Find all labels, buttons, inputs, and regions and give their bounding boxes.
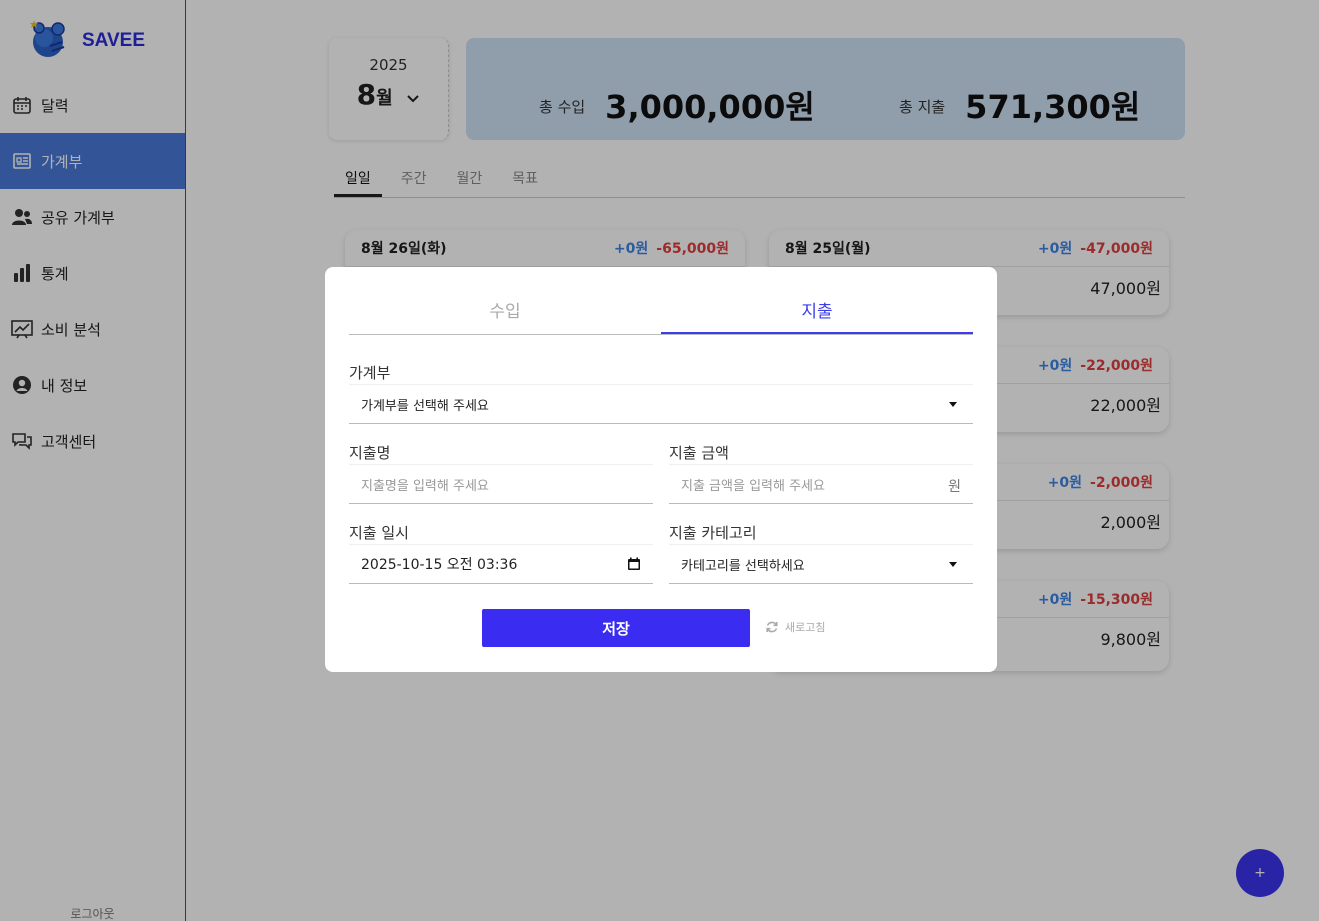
currency-unit: 원: [948, 479, 961, 495]
add-expense-modal: 수입 지출 가계부 가계부를 선택해 주세요 지출명 지출명을 입력해 주세요 …: [325, 267, 997, 672]
refresh-icon: [766, 621, 778, 633]
expense-name-placeholder: 지출명을 입력해 주세요: [361, 478, 489, 494]
expense-amount-label: 지출 금액: [669, 444, 729, 462]
ledger-select[interactable]: 가계부를 선택해 주세요: [349, 384, 973, 424]
expense-category-label: 지출 카테고리: [669, 524, 757, 542]
expense-amount-input[interactable]: 지출 금액을 입력해 주세요 원: [669, 464, 973, 504]
expense-datetime-label: 지출 일시: [349, 524, 409, 542]
expense-amount-placeholder: 지출 금액을 입력해 주세요: [681, 478, 825, 494]
expense-datetime-value: 2025-10-15 오전 03:36: [361, 557, 518, 573]
refresh-button[interactable]: 새로고침: [765, 619, 825, 635]
tab-expense[interactable]: 지출: [661, 291, 973, 334]
ledger-select-value: 가계부를 선택해 주세요: [361, 398, 489, 414]
modal-type-tabs: 수입 지출: [349, 291, 973, 335]
expense-category-value: 카테고리를 선택하세요: [681, 558, 805, 574]
expense-category-select[interactable]: 카테고리를 선택하세요: [669, 544, 973, 584]
ledger-label: 가계부: [349, 364, 391, 382]
expense-name-input[interactable]: 지출명을 입력해 주세요: [349, 464, 653, 504]
save-button[interactable]: 저장: [482, 609, 750, 647]
dropdown-caret-icon: [949, 562, 957, 567]
dropdown-caret-icon: [949, 402, 957, 407]
expense-datetime-input[interactable]: 2025-10-15 오전 03:36: [349, 544, 653, 584]
expense-name-label: 지출명: [349, 444, 391, 462]
calendar-picker-icon[interactable]: [627, 557, 641, 571]
refresh-label: 새로고침: [785, 621, 826, 634]
tab-income[interactable]: 수입: [349, 291, 661, 334]
